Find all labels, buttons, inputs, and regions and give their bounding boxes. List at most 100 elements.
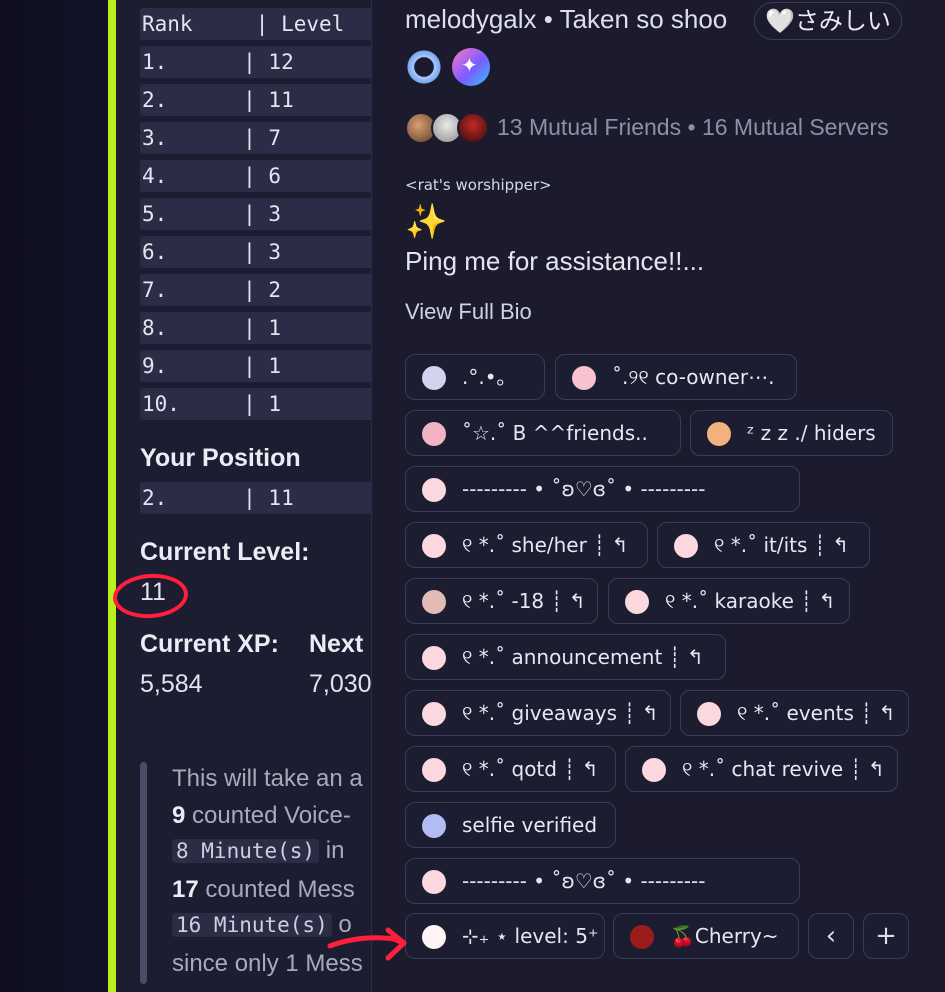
role-color-dot <box>422 646 446 670</box>
mutual-separator: • <box>687 114 696 140</box>
message-minutes-code: 16 Minute(s) <box>172 913 332 937</box>
role-pill[interactable]: ୧ *.˚ events ┊ ↰ <box>680 690 909 736</box>
role-pill[interactable]: ୧ *.˚ karaoke ┊ ↰ <box>608 578 850 624</box>
role-label: ୧ *.˚ chat revive ┊ ↰ <box>682 757 885 781</box>
role-color-dot <box>422 814 446 838</box>
role-label: --------- • ˚ʚ♡ɞ˚ • --------- <box>462 869 706 893</box>
blockquote-bar <box>140 762 147 984</box>
role-color-dot <box>422 925 446 949</box>
current-xp-heading: Current XP: <box>140 630 279 658</box>
voice-count: 9 <box>172 802 186 829</box>
role-label: ୧ *.˚ events ┊ ↰ <box>737 701 896 725</box>
role-color-dot <box>422 478 446 502</box>
leaderboard-row: 10. | 1 <box>140 388 372 420</box>
user-profile-popout: melodygalx • Taken so shoo 🤍さみしい 13 Mutu… <box>371 0 945 992</box>
status-chip[interactable]: 🤍さみしい <box>754 2 902 40</box>
role-label: .°.•｡ <box>462 365 507 389</box>
message-accent-bar <box>108 0 116 992</box>
role-pill[interactable]: .°.•｡ <box>405 354 545 400</box>
role-label: 🍒Cherry~ <box>670 924 779 948</box>
role-pill[interactable]: ᶻ z 𝗓 ./ hiders <box>690 410 893 456</box>
role-pill[interactable]: ˚☆.˚ B ^^friends.. <box>405 410 681 456</box>
role-pill[interactable]: ˚.୨୧ co-owner⋯. <box>555 354 797 400</box>
server-booster-badge-icon[interactable] <box>405 48 443 86</box>
leaderboard-row: 2. | 11 <box>140 84 372 116</box>
bio-tag: <rat's worshipper> <box>405 176 552 194</box>
role-color-dot <box>697 702 721 726</box>
view-full-bio-link[interactable]: View Full Bio <box>405 299 532 325</box>
role-label: --------- • ˚ʚ♡ɞ˚ • --------- <box>462 477 706 501</box>
quote-line: This will take an a <box>172 765 363 792</box>
role-color-dot <box>674 534 698 558</box>
role-label: ୧ *.˚ giveaways ┊ ↰ <box>462 701 659 725</box>
role-label: ୧ *.˚ she/her ┊ ↰ <box>462 533 629 557</box>
leaderboard-row: 7. | 2 <box>140 274 372 306</box>
message-count: 17 <box>172 876 199 903</box>
role-label: ୧ *.˚ announcement ┊ ↰ <box>462 645 704 669</box>
role-label: selfie verified <box>462 813 598 837</box>
leaderboard-header-row: Rank | Level <box>140 8 372 40</box>
quote-text: in <box>319 837 345 864</box>
username-and-custom-status[interactable]: melodygalx • Taken so shoo <box>405 4 727 35</box>
bio-text: Ping me for assistance!!... <box>405 246 705 276</box>
role-pill[interactable]: --------- • ˚ʚ♡ɞ˚ • --------- <box>405 466 800 512</box>
next-xp-heading: Next <box>309 630 364 658</box>
role-color-dot <box>422 702 446 726</box>
your-position-row: 2. | 11 <box>140 482 372 514</box>
role-pill[interactable]: ୧ *.˚ announcement ┊ ↰ <box>405 634 726 680</box>
voice-minutes-code: 8 Minute(s) <box>172 839 320 863</box>
role-color-dot <box>625 590 649 614</box>
sparkles-emoji: ✨ <box>405 202 448 242</box>
role-label: ⊹₊ ⋆ level: 5⁺ <box>462 924 599 948</box>
role-pill[interactable]: ୧ *.˚ -18 ┊ ↰ <box>405 578 598 624</box>
role-pill[interactable]: selfie verified <box>405 802 616 848</box>
leaderboard-embed: Rank | Level 1. | 12 2. | 11 3. | 7 4. |… <box>116 0 372 992</box>
role-color-dot <box>630 925 654 949</box>
role-pill[interactable]: 🍒Cherry~ <box>613 913 799 959</box>
collapse-roles-chevron-left-icon[interactable]: ‹ <box>808 913 854 959</box>
leaderboard-row: 8. | 1 <box>140 312 372 344</box>
role-pill[interactable]: ୧ *.˚ it/its ┊ ↰ <box>657 522 870 568</box>
your-position-heading: Your Position <box>140 444 301 472</box>
role-pill[interactable]: ⊹₊ ⋆ level: 5⁺ <box>405 913 605 959</box>
quote-text: counted Voice- <box>185 802 351 829</box>
quote-line: 16 Minute(s) o <box>172 911 352 939</box>
add-role-plus-icon[interactable]: + <box>863 913 909 959</box>
role-color-dot <box>642 758 666 782</box>
leaderboard-row: 3. | 7 <box>140 122 372 154</box>
leaderboard-row: 5. | 3 <box>140 198 372 230</box>
role-label: ˚☆.˚ B ^^friends.. <box>462 421 648 445</box>
role-label: ᶻ z 𝗓 ./ hiders <box>747 421 876 445</box>
mutual-avatar <box>457 112 489 144</box>
leaderboard-row: 1. | 12 <box>140 46 372 78</box>
role-color-dot <box>707 422 731 446</box>
quote-line: 9 counted Voice- <box>172 802 351 830</box>
role-label: ˚.୨୧ co-owner⋯. <box>612 365 775 389</box>
quote-line: 8 Minute(s) in <box>172 837 344 865</box>
role-pill[interactable]: ୧ *.˚ chat revive ┊ ↰ <box>625 746 898 792</box>
role-pill[interactable]: --------- • ˚ʚ♡ɞ˚ • --------- <box>405 858 800 904</box>
role-label: ୧ *.˚ -18 ┊ ↰ <box>462 589 586 613</box>
role-color-dot <box>422 534 446 558</box>
role-pill[interactable]: ୧ *.˚ giveaways ┊ ↰ <box>405 690 671 736</box>
role-color-dot <box>422 366 446 390</box>
current-xp-value: 5,584 <box>140 670 203 698</box>
leaderboard-row: 4. | 6 <box>140 160 372 192</box>
role-pill[interactable]: ୧ *.˚ she/her ┊ ↰ <box>405 522 648 568</box>
mutual-servers-link[interactable]: 16 Mutual Servers <box>702 114 889 140</box>
role-label: ୧ *.˚ it/its ┊ ↰ <box>714 533 849 557</box>
quote-text: counted Mess <box>198 876 355 903</box>
role-color-dot <box>422 870 446 894</box>
role-color-dot <box>422 590 446 614</box>
role-label: ୧ *.˚ karaoke ┊ ↰ <box>665 589 836 613</box>
mutual-friends-link[interactable]: 13 Mutual Friends <box>497 114 681 140</box>
leaderboard-row: 9. | 1 <box>140 350 372 382</box>
leaderboard-row: 6. | 3 <box>140 236 372 268</box>
background-left <box>0 0 108 992</box>
annotation-arrow-icon <box>327 927 407 961</box>
role-label: ୧ *.˚ qotd ┊ ↰ <box>462 757 599 781</box>
role-pill[interactable]: ୧ *.˚ qotd ┊ ↰ <box>405 746 616 792</box>
quote-line: 17 counted Mess <box>172 876 355 904</box>
nitro-badge-icon[interactable] <box>452 48 490 86</box>
next-xp-value: 7,030 <box>309 670 372 698</box>
